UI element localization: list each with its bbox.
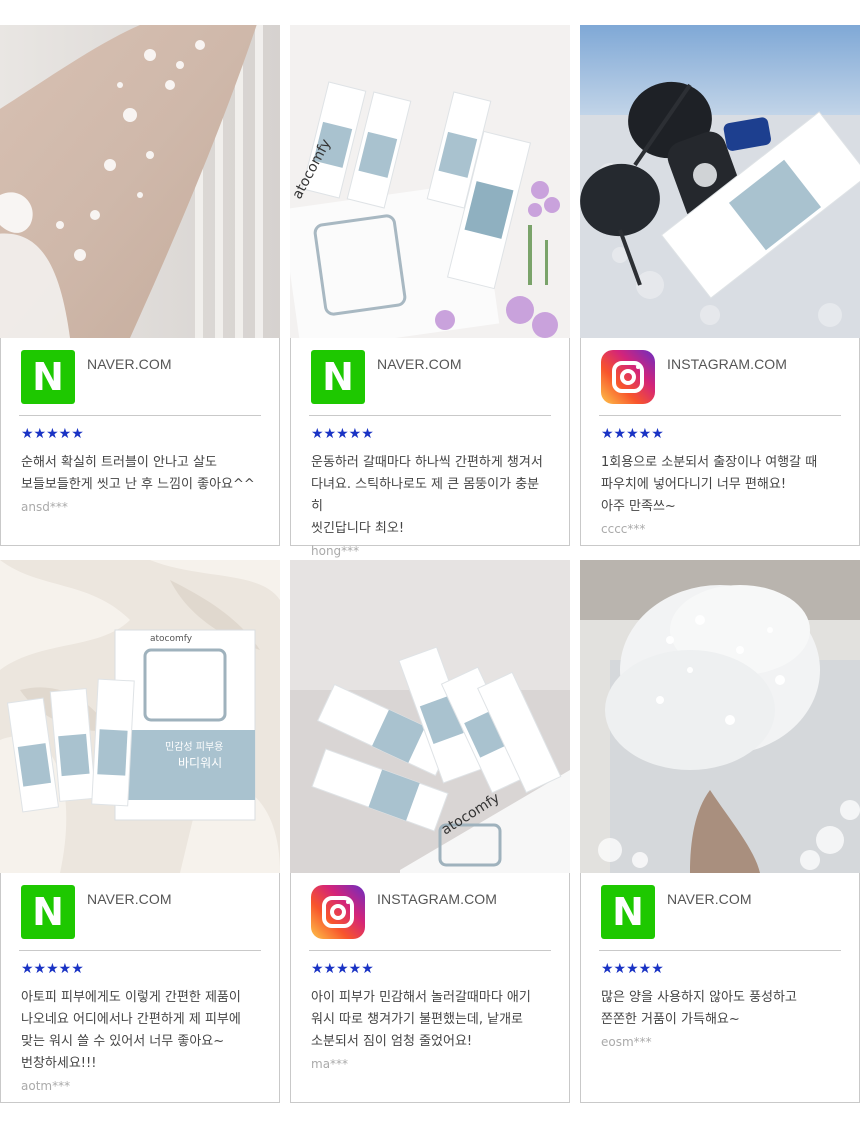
review-source: N NAVER.COM <box>1 338 279 415</box>
review-photo-arm-foam <box>0 25 280 338</box>
divider <box>309 415 551 416</box>
divider <box>599 415 841 416</box>
naver-logo-icon: N <box>601 885 655 939</box>
review-photo-product-box-blanket: 민감성 피부용 바디워시 atocomfy <box>0 560 280 873</box>
review-author: aotm*** <box>21 1079 71 1093</box>
review-photo-travel-items <box>580 25 860 338</box>
instagram-logo-icon <box>601 350 655 404</box>
review-panel: N NAVER.COM ★★★★★ 많은 양을 사용하지 않아도 풍성하고 쫀쫀… <box>580 873 860 1103</box>
review-text: 순해서 확실히 트러블이 안나고 살도 보들보들한게 씻고 난 후 느낌이 좋아… <box>21 455 255 492</box>
source-site-label: INSTAGRAM.COM <box>667 356 788 372</box>
review-text: 운동하러 갈때마다 하나씩 간편하게 챙겨서 다녀요. 스틱하나로도 제 큰 몸… <box>311 455 543 536</box>
product-name-line2: 바디워시 <box>178 756 222 770</box>
review-source: INSTAGRAM.COM <box>581 338 859 415</box>
product-name-line1: 민감성 피부용 <box>165 741 223 753</box>
divider <box>309 950 551 951</box>
review-panel: INSTAGRAM.COM ★★★★★ 1회용으로 소분되서 출장이나 여행갈 … <box>580 338 860 546</box>
star-rating: ★★★★★ <box>311 961 374 977</box>
review-text: 아토피 피부에게도 이렇게 간편한 제품이 나오네요 어디에서나 간편하게 제 … <box>21 990 241 1071</box>
review-text: 아이 피부가 민감해서 놀러갈때마다 애기 워시 따로 챙겨가기 불편했는데, … <box>311 990 531 1049</box>
review-photo-product-flowers: atocomfy <box>290 25 570 338</box>
star-rating: ★★★★★ <box>311 426 374 442</box>
source-site-label: NAVER.COM <box>667 891 752 907</box>
star-rating: ★★★★★ <box>21 961 84 977</box>
instagram-logo-icon <box>311 885 365 939</box>
review-panel: N NAVER.COM ★★★★★ 순해서 확실히 트러블이 안나고 살도 보들… <box>0 338 280 546</box>
product-brand-label: atocomfy <box>150 634 193 644</box>
star-rating: ★★★★★ <box>601 961 664 977</box>
naver-logo-icon: N <box>311 350 365 404</box>
review-source: N NAVER.COM <box>1 873 279 950</box>
divider <box>19 950 261 951</box>
review-source: N NAVER.COM <box>291 338 569 415</box>
review-photo-foam-hand <box>580 560 860 873</box>
review-author: hong*** <box>311 544 360 558</box>
review-author: cccc*** <box>601 522 646 536</box>
review-text: 많은 양을 사용하지 않아도 풍성하고 쫀쫀한 거품이 가득해요~ <box>601 990 797 1027</box>
review-author: ansd*** <box>21 500 68 514</box>
review-source: N NAVER.COM <box>581 873 859 950</box>
divider <box>599 950 841 951</box>
star-rating: ★★★★★ <box>21 426 84 442</box>
review-panel: N NAVER.COM ★★★★★ 운동하러 갈때마다 하나씩 간편하게 챙겨서… <box>290 338 570 558</box>
review-text: 1회용으로 소분되서 출장이나 여행갈 때 파우치에 넣어다니기 너무 편해요!… <box>601 455 818 514</box>
review-source: INSTAGRAM.COM <box>291 873 569 950</box>
review-panel: INSTAGRAM.COM ★★★★★ 아이 피부가 민감해서 놀러갈때마다 애… <box>290 873 570 1103</box>
source-site-label: NAVER.COM <box>87 356 172 372</box>
review-panel: N NAVER.COM ★★★★★ 아토피 피부에게도 이렇게 간편한 제품이 … <box>0 873 280 1103</box>
source-site-label: NAVER.COM <box>377 356 462 372</box>
star-rating: ★★★★★ <box>601 426 664 442</box>
review-author: ma*** <box>311 1057 349 1071</box>
review-author: eosm*** <box>601 1035 652 1049</box>
divider <box>19 415 261 416</box>
source-site-label: INSTAGRAM.COM <box>377 891 498 907</box>
source-site-label: NAVER.COM <box>87 891 172 907</box>
naver-logo-icon: N <box>21 350 75 404</box>
naver-logo-icon: N <box>21 885 75 939</box>
review-photo-pouches-box: atocomfy <box>290 560 570 873</box>
